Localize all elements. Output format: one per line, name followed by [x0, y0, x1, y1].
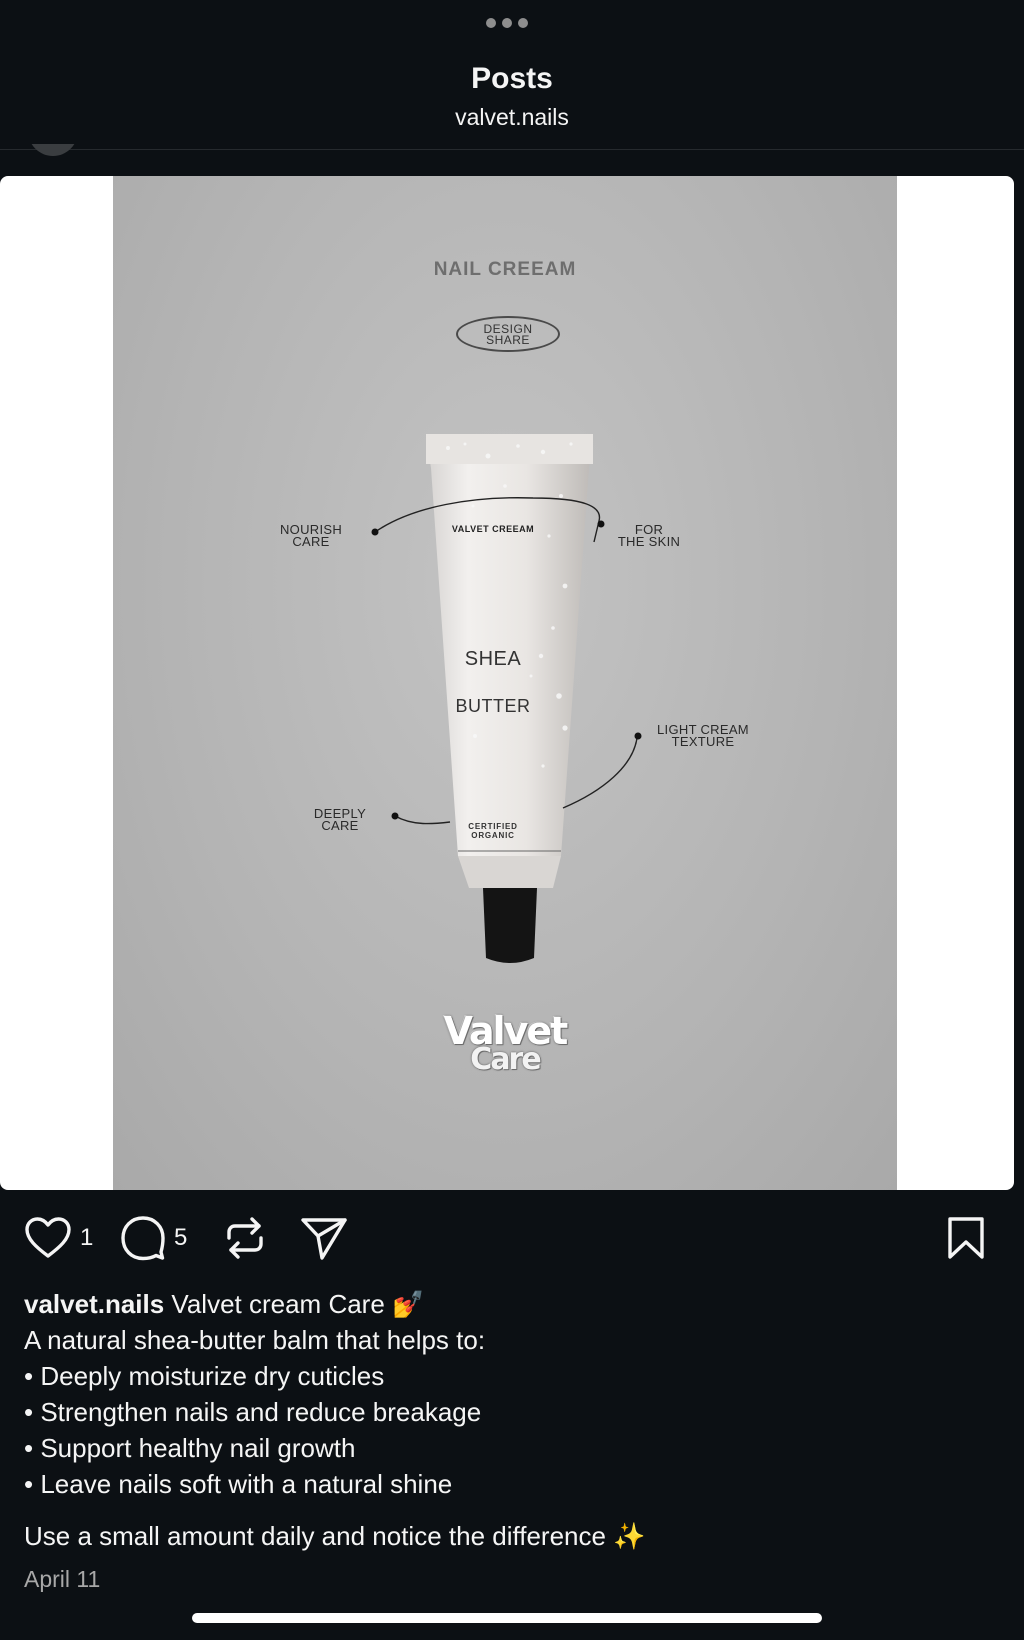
label-deeply-care: DEEPLY CARE: [313, 806, 367, 833]
repost-icon: [227, 1217, 263, 1259]
bookmark-icon: [948, 1217, 984, 1259]
post-caption: valvet.nails Valvet cream Care 💅 A natur…: [24, 1286, 1000, 1554]
share-button[interactable]: [300, 1210, 348, 1266]
product-poster-image: NAIL CREEAM DESIGN SHARE NOURISH CARE FO…: [113, 176, 897, 1190]
label-for-the-skin: FOR THE SKIN: [617, 522, 681, 549]
tube-certified-text: CERTIFIED ORGANIC: [468, 822, 518, 840]
tube-crimp: [426, 434, 593, 464]
caption-outro: Use a small amount daily and notice the …: [24, 1521, 646, 1551]
like-button[interactable]: 1: [24, 1210, 93, 1266]
caption-intro: A natural shea-butter balm that helps to…: [24, 1325, 486, 1355]
label-light-cream-texture: LIGHT CREAM TEXTURE: [657, 722, 749, 749]
post-date: April 11: [24, 1566, 101, 1592]
tube-cap: [483, 888, 537, 963]
logo-line-2: Care: [470, 1042, 541, 1077]
valvet-care-logo: Valvet Care: [405, 1012, 605, 1077]
caption-bullet: • Support healthy nail growth: [24, 1433, 356, 1463]
caption-username[interactable]: valvet.nails: [24, 1289, 164, 1319]
tube-brand-text: VALVET CREEAM: [451, 524, 535, 534]
posts-header: Posts valvet.nails: [0, 0, 1024, 156]
tube-butter-text: BUTTER: [455, 696, 531, 716]
post-actions: 1 5: [0, 1210, 1024, 1266]
comment-button[interactable]: 5: [120, 1210, 187, 1266]
like-count[interactable]: 1: [80, 1224, 93, 1252]
home-indicator[interactable]: [192, 1613, 822, 1623]
cream-tube: [426, 436, 593, 856]
caption-bullet: • Deeply moisturize dry cuticles: [24, 1361, 385, 1391]
more-options-icon[interactable]: [486, 18, 528, 28]
bookmark-button[interactable]: [946, 1210, 986, 1266]
label-nourish-care: NOURISH CARE: [279, 522, 343, 549]
share-icon: [301, 1218, 347, 1260]
repost-button[interactable]: [224, 1210, 266, 1266]
caption-bullet: • Strengthen nails and reduce breakage: [24, 1397, 482, 1427]
page-title: Posts: [471, 62, 553, 95]
post-media[interactable]: NAIL CREEAM DESIGN SHARE NOURISH CARE FO…: [0, 176, 1014, 1190]
caption-headline: Valvet cream Care 💅: [164, 1289, 425, 1319]
comment-icon: [121, 1216, 165, 1261]
caption-bullet: • Leave nails soft with a natural shine: [24, 1469, 453, 1499]
tube-shoulder: [458, 856, 561, 888]
page-subtitle[interactable]: valvet.nails: [0, 104, 1024, 131]
comment-count[interactable]: 5: [174, 1224, 187, 1252]
tube-shea-text: SHEA: [464, 648, 522, 670]
heart-icon: [25, 1217, 71, 1258]
